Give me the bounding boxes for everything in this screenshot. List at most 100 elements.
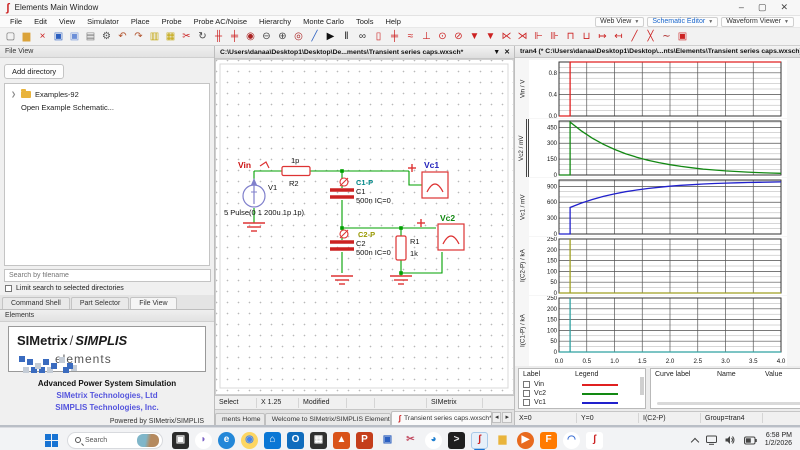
save-all-icon[interactable]: ▣ [67,29,82,44]
place-diode-icon[interactable]: ▼ [467,29,482,44]
save-icon[interactable]: ▣ [51,29,66,44]
wire-pen-icon[interactable]: ╱ [307,29,322,44]
taskbar-app-simetrix-icon[interactable]: ʃ [471,432,488,449]
probe-pen-diff-icon[interactable]: ╳ [643,29,658,44]
menu-item-probe[interactable]: Probe [156,17,188,26]
label-r1[interactable]: R1 [410,237,420,246]
place-inductor-icon[interactable]: ≈ [403,29,418,44]
menu-item-simulator[interactable]: Simulator [81,17,125,26]
find-icon[interactable]: ∞ [355,29,370,44]
tree-item-examples-92[interactable]: ❯Examples-92 [7,88,207,101]
new-file-icon[interactable]: ▢ [3,29,18,44]
taskbar-app-foxit-icon[interactable]: F [540,432,557,449]
probe-voltage-icon[interactable]: ▣ [675,29,690,44]
label-r2-value[interactable]: 1p [291,156,299,165]
doc-tab-ments-home[interactable]: ments Home [215,413,265,425]
maximize-icon[interactable]: ▢ [758,3,767,12]
place-capacitor-icon[interactable]: ╪ [387,29,402,44]
display-icon[interactable] [706,435,717,445]
doc-tab-transient-series-caps-wxsch[interactable]: ʃTransient series caps.wxsch* [391,411,492,425]
place-pmos-icon[interactable]: ⊪ [547,29,562,44]
component-r2-resistor[interactable] [282,167,310,176]
close-icon[interactable]: ✕ [780,3,788,12]
label-c2[interactable]: C2 [356,239,366,248]
taskbar-app-arc-browser-icon[interactable]: ◠ [563,432,580,449]
doc-tab-welcome-to-simetrix-simplis-elements[interactable]: Welcome to SIMetrix/SIMPLIS Elements [265,413,392,425]
tab-menu-icon[interactable]: ▼ [491,49,502,56]
limit-search-checkbox[interactable] [5,285,12,292]
tab-scroll-left-icon[interactable]: ◂ [492,412,502,423]
tab-close-icon[interactable]: ✕ [502,48,512,56]
taskbar-app-snipping-tool-icon[interactable]: ✂ [402,432,419,449]
place-logic-or-icon[interactable]: ⊔ [579,29,594,44]
label-c1-probe[interactable]: C1-P [356,178,373,187]
zoom-in-icon[interactable]: ⊕ [275,29,290,44]
menu-item-probe-ac-noise[interactable]: Probe AC/Noise [188,17,253,26]
schematic-drawing[interactable]: Vin V1 5 Pulse(0 1 200u 1p 1p) 1p R2 C1-… [216,60,514,394]
windows-start-icon[interactable] [45,434,58,447]
component-v1-source[interactable] [243,178,265,207]
redo-icon[interactable]: ↷ [131,29,146,44]
menu-item-place[interactable]: Place [125,17,156,26]
zoom-out-icon[interactable]: ⊖ [259,29,274,44]
taskbar-app-store-icon[interactable]: ⌂ [264,432,281,449]
probe-pen-icon[interactable]: ╱ [627,29,642,44]
wire-crossing-icon[interactable]: ╪ [227,29,242,44]
curve-table-scrollbar[interactable] [657,402,800,405]
settings-gear-icon[interactable]: ⚙ [99,29,114,44]
vin-probe-marker[interactable] [260,162,269,168]
taskbar-app-powerpoint-icon[interactable]: P [356,432,373,449]
taskbar-app-copilot-icon[interactable]: ◗ [195,432,212,449]
label-vin[interactable]: Vin [238,160,251,170]
waveform-plot-vc1[interactable]: 0300600900 [529,178,787,236]
place-logic-and-icon[interactable]: ⊓ [563,29,578,44]
simplis-link[interactable]: SIMPLIS Technologies, Inc. [0,403,214,412]
undo-icon[interactable]: ↶ [115,29,130,44]
menu-item-hierarchy[interactable]: Hierarchy [253,17,297,26]
search-input[interactable] [4,269,211,282]
component-r1-resistor[interactable] [396,236,406,260]
label-vc2[interactable]: Vc2 [440,213,455,223]
paste-schematic-icon[interactable]: ▦ [163,29,178,44]
place-port-in-icon[interactable]: ↦ [595,29,610,44]
panel-tab-command-shell[interactable]: Command Shell [2,297,70,309]
wires[interactable] [254,171,442,276]
view-button-schematic-editor[interactable]: Schematic Editor▼ [647,17,718,27]
vc2-voltage-probe[interactable] [417,219,464,250]
taskbar-app-outlook-icon[interactable]: O [287,432,304,449]
simetrix-link[interactable]: SIMetrix Technologies, Ltd [0,391,214,400]
label-c2-value[interactable]: 500n IC=0 [356,248,391,257]
rotate-icon[interactable]: ↻ [195,29,210,44]
place-zener-icon[interactable]: ▼ [483,29,498,44]
waveform-plot-vin[interactable]: 0.00.40.8 [529,60,787,118]
menu-item-file[interactable]: File [4,17,28,26]
schematic-canvas[interactable]: Vin V1 5 Pulse(0 1 200u 1p 1p) 1p R2 C1-… [215,59,514,395]
c2-current-probe[interactable] [340,230,348,238]
taskbar-app-browser-icon[interactable]: ◕ [425,432,442,449]
place-current-source-icon[interactable]: ⊘ [451,29,466,44]
tree-expander-icon[interactable]: ❯ [11,91,17,98]
place-pnp-icon[interactable]: ⋊ [515,29,530,44]
menu-item-view[interactable]: View [53,17,81,26]
volume-icon[interactable] [725,435,736,445]
panel-tab-file-view[interactable]: File View [130,297,176,309]
label-r2[interactable]: R2 [289,179,299,188]
add-directory-button[interactable]: Add directory [4,64,64,79]
taskbar-app-photos-icon[interactable]: ▣ [379,432,396,449]
copy-schematic-icon[interactable]: ▥ [147,29,162,44]
menu-item-help[interactable]: Help [379,17,406,26]
component-c1-capacitor[interactable] [330,190,354,197]
waveform-plot-i-c2-p[interactable]: 050100150200250 [529,237,787,295]
wire-junction-icon[interactable]: ╫ [211,29,226,44]
waveform-plot-i-c1-p[interactable]: 0501001502002500.00.51.01.52.02.53.03.54… [529,296,787,366]
legend-checkbox-vc2[interactable] [523,390,530,397]
label-c1-value[interactable]: 500n IC=0 [356,196,391,205]
run-simulation-icon[interactable]: ▶ [323,29,338,44]
menu-item-edit[interactable]: Edit [28,17,53,26]
tree-item-open-example-schematic[interactable]: Open Example Schematic... [7,101,207,114]
label-v1[interactable]: V1 [268,183,277,192]
taskbar-app-simetrix-2-icon[interactable]: ʃ [586,432,603,449]
taskbar-app-file-explorer-icon[interactable]: ▆ [494,432,511,449]
place-ground-icon[interactable]: ⊥ [419,29,434,44]
open-folder-icon[interactable]: ▆ [19,29,34,44]
